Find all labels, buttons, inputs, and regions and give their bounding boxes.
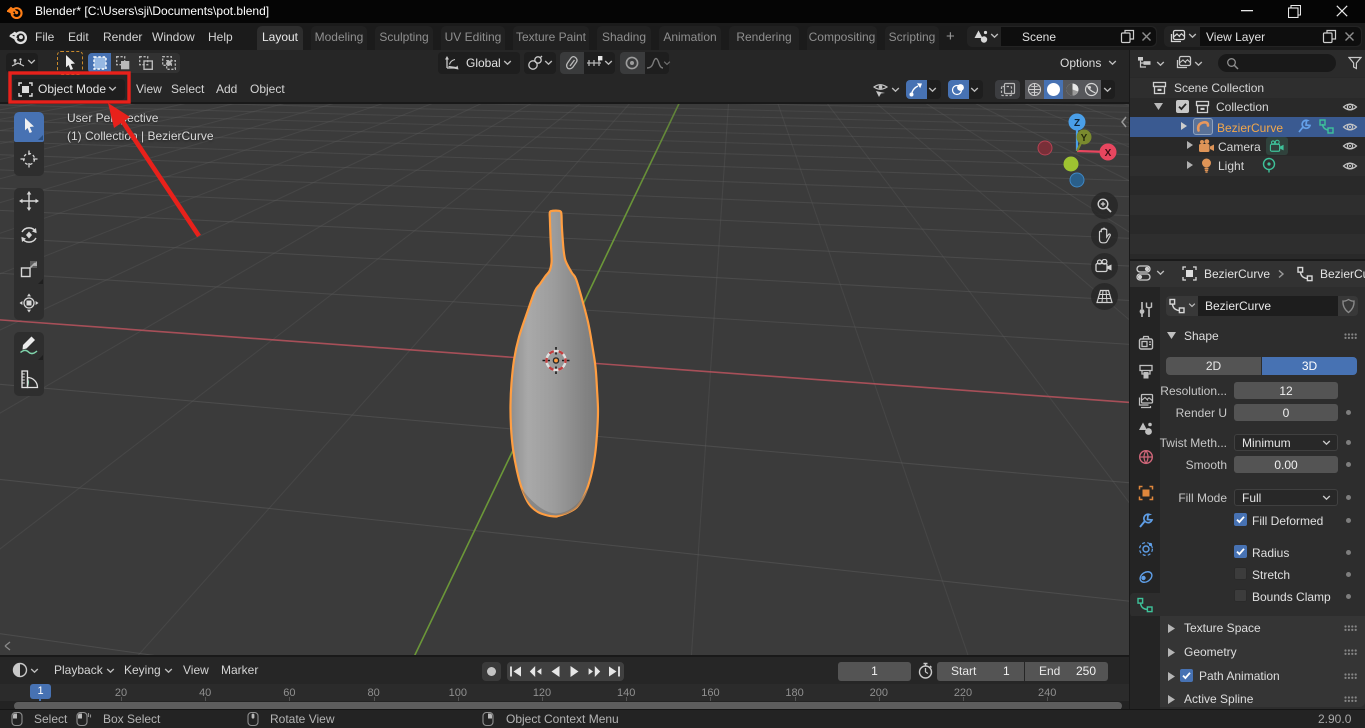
svg-text:Y: Y	[1081, 133, 1088, 144]
svg-text:X: X	[1105, 148, 1112, 159]
svg-text:Z: Z	[1074, 118, 1080, 129]
